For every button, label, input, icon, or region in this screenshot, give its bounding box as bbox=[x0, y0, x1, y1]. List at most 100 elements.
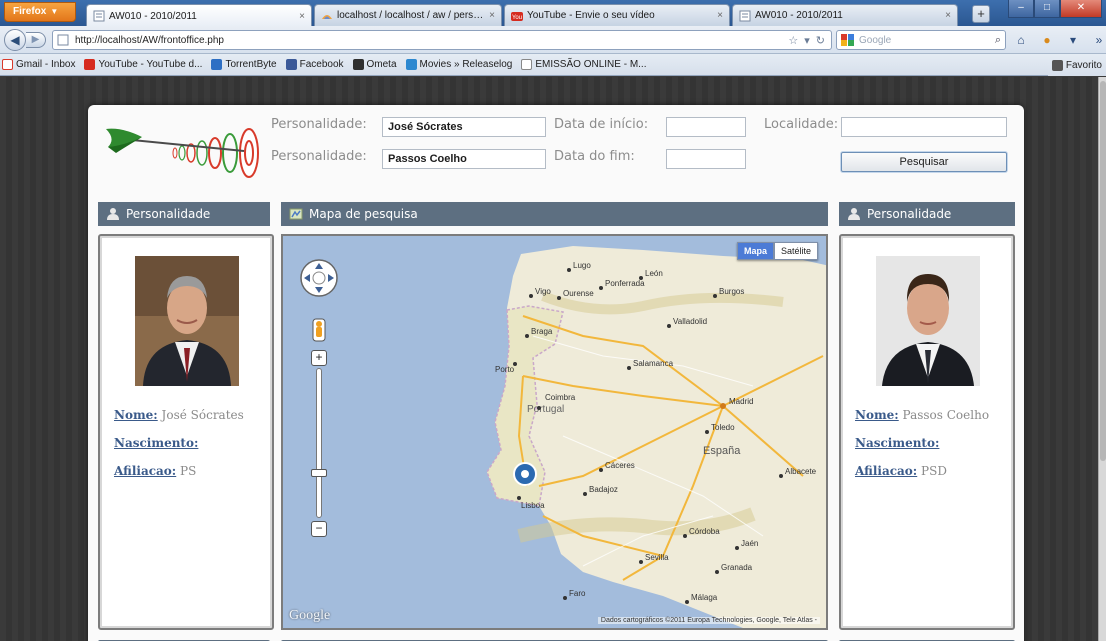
city-label: Ponferrada bbox=[605, 279, 645, 288]
personality-photo bbox=[135, 256, 239, 386]
window-close-icon[interactable]: ✕ bbox=[1060, 0, 1102, 18]
close-icon[interactable]: × bbox=[945, 10, 951, 21]
svg-text:You: You bbox=[512, 15, 522, 21]
data-fim-label: Data do fim: bbox=[554, 149, 635, 164]
map-type-map-button[interactable]: Mapa bbox=[736, 242, 774, 260]
data-fim-input[interactable] bbox=[666, 149, 746, 169]
location-marker[interactable] bbox=[513, 462, 537, 486]
toolbar-icons: ⌂ ● ▾ » bbox=[1012, 31, 1106, 49]
scrollbar-thumb[interactable] bbox=[1100, 81, 1106, 461]
browser-tab-4[interactable]: AW010 - 2010/2011 × bbox=[732, 4, 958, 26]
right-panel-title: Personalidade bbox=[867, 207, 952, 221]
google-logo: Google bbox=[289, 608, 331, 623]
zoom-slider-handle[interactable] bbox=[311, 469, 327, 477]
nascimento-row: Nascimento: bbox=[855, 436, 939, 450]
city-label: Vigo bbox=[535, 287, 551, 296]
firefox-menu-button[interactable]: Firefox ▼ bbox=[4, 2, 76, 22]
nome-link[interactable]: Nome: bbox=[855, 408, 899, 422]
vertical-scrollbar[interactable] bbox=[1098, 77, 1106, 641]
data-inicio-label: Data de início: bbox=[554, 117, 649, 132]
iberia-map: Vigo Ourense Lugo Ponferrada León Burgos… bbox=[283, 236, 826, 628]
bookmark-torrentbyte[interactable]: TorrentByte bbox=[211, 59, 277, 70]
afiliacao-link[interactable]: Afiliacao: bbox=[855, 464, 917, 478]
bookmark-movies[interactable]: Movies » Releaselog bbox=[405, 59, 512, 70]
new-tab-button[interactable]: + bbox=[972, 5, 990, 23]
city-label: Coimbra bbox=[545, 393, 576, 402]
personalidade-input-2[interactable]: Passos Coelho bbox=[382, 149, 546, 169]
map-panel-title: Mapa de pesquisa bbox=[309, 207, 418, 221]
city-label: Valladolid bbox=[673, 317, 707, 326]
reload-icon[interactable]: ↻ bbox=[816, 34, 825, 47]
back-arrow-icon[interactable]: ◀ bbox=[4, 29, 26, 51]
city-label: Badajoz bbox=[589, 485, 618, 494]
city-label: Córdoba bbox=[689, 527, 720, 536]
nascimento-link[interactable]: Nascimento: bbox=[114, 436, 198, 450]
bookmark-gmail[interactable]: Gmail - Inbox bbox=[2, 59, 75, 70]
bookmark-youtube[interactable]: YouTube - YouTube d... bbox=[84, 59, 202, 70]
home-icon[interactable]: ⌂ bbox=[1012, 31, 1030, 49]
search-engine-box[interactable]: Google ⌕ bbox=[836, 30, 1006, 50]
city-label: Porto bbox=[495, 365, 515, 374]
afiliacao-value: PSD bbox=[917, 464, 947, 478]
bookmark-label: EMISSÃO ONLINE - M... bbox=[535, 59, 647, 70]
bookmark-star-icon[interactable]: ☆ bbox=[788, 34, 798, 47]
url-tools: ☆ ▾ ↻ bbox=[788, 34, 831, 47]
close-icon[interactable]: × bbox=[489, 10, 495, 21]
data-inicio-input[interactable] bbox=[666, 117, 746, 137]
tab-label: AW010 - 2010/2011 bbox=[755, 10, 843, 21]
browser-tab-1[interactable]: AW010 - 2010/2011 × bbox=[86, 4, 312, 27]
left-panel-header: Personalidade bbox=[98, 202, 270, 226]
tab-label: YouTube - Envie o seu vídeo bbox=[527, 10, 655, 21]
address-bar[interactable]: http://localhost/AW/frontoffice.php ☆ ▾ … bbox=[52, 30, 832, 50]
nome-link[interactable]: Nome: bbox=[114, 408, 158, 422]
personalidade-label-2: Personalidade: bbox=[271, 149, 367, 164]
search-map[interactable]: Vigo Ourense Lugo Ponferrada León Burgos… bbox=[281, 234, 828, 630]
browser-tab-3[interactable]: You YouTube - Envie o seu vídeo × bbox=[504, 4, 730, 26]
forward-arrow-icon[interactable]: ▶ bbox=[26, 32, 46, 48]
window-controls: – □ ✕ bbox=[1008, 0, 1102, 18]
search-icon[interactable]: ⌕ bbox=[995, 34, 1001, 47]
bookmark-ometa[interactable]: Ometa bbox=[352, 59, 397, 70]
city-label: Málaga bbox=[691, 593, 718, 602]
personalidade-input-1[interactable]: José Sócrates bbox=[382, 117, 546, 137]
maximize-icon[interactable]: □ bbox=[1034, 0, 1060, 18]
favorites-menu[interactable]: Favorito bbox=[1047, 54, 1106, 76]
zoom-out-button[interactable]: − bbox=[311, 521, 327, 537]
personalidade-label-1: Personalidade: bbox=[271, 117, 367, 132]
user-icon bbox=[848, 208, 860, 220]
bookmark-facebook[interactable]: Facebook bbox=[285, 59, 344, 70]
zoom-slider-track[interactable] bbox=[316, 368, 322, 518]
pegman-icon[interactable] bbox=[312, 318, 326, 342]
url-text: http://localhost/AW/frontoffice.php bbox=[75, 34, 224, 46]
search-placeholder: Google bbox=[859, 34, 892, 46]
afiliacao-link[interactable]: Afiliacao: bbox=[114, 464, 176, 478]
menu-icon[interactable]: ▾ bbox=[1064, 31, 1082, 49]
nome-row: Nome: José Sócrates bbox=[114, 408, 244, 422]
back-forward-group: ◀ ▶ bbox=[4, 29, 48, 51]
map-panel-header: Mapa de pesquisa bbox=[281, 202, 828, 226]
right-personality-panel: Nome: Passos Coelho Nascimento: Afiliaca… bbox=[839, 234, 1015, 630]
map-type-control: Mapa Satélite bbox=[736, 242, 818, 260]
close-icon[interactable]: × bbox=[299, 11, 305, 22]
youtube-icon bbox=[84, 59, 96, 70]
minimize-icon[interactable]: – bbox=[1008, 0, 1034, 18]
map-type-satellite-button[interactable]: Satélite bbox=[773, 242, 818, 260]
left-personality-panel: Nome: José Sócrates Nascimento: Afiliaca… bbox=[98, 234, 274, 630]
city-label: Faro bbox=[569, 589, 586, 598]
movies-icon bbox=[405, 59, 417, 70]
ometa-icon bbox=[352, 59, 364, 70]
pesquisar-button[interactable]: Pesquisar bbox=[841, 152, 1007, 172]
overflow-icon[interactable]: » bbox=[1090, 31, 1106, 49]
close-icon[interactable]: × bbox=[717, 10, 723, 21]
bookmark-emissao[interactable]: EMISSÃO ONLINE - M... bbox=[521, 59, 647, 70]
chevron-down-icon: ▼ bbox=[50, 7, 59, 16]
browser-tab-2[interactable]: localhost / localhost / aw / personali..… bbox=[314, 4, 502, 26]
addon-icon[interactable]: ● bbox=[1038, 31, 1056, 49]
zoom-in-button[interactable]: + bbox=[311, 350, 327, 366]
city-label: Cáceres bbox=[605, 461, 635, 470]
city-label: Lugo bbox=[573, 261, 591, 270]
localidade-input[interactable] bbox=[841, 117, 1007, 137]
dropdown-arrow-icon[interactable]: ▾ bbox=[804, 34, 810, 47]
nascimento-link[interactable]: Nascimento: bbox=[855, 436, 939, 450]
pan-control[interactable] bbox=[299, 258, 339, 298]
